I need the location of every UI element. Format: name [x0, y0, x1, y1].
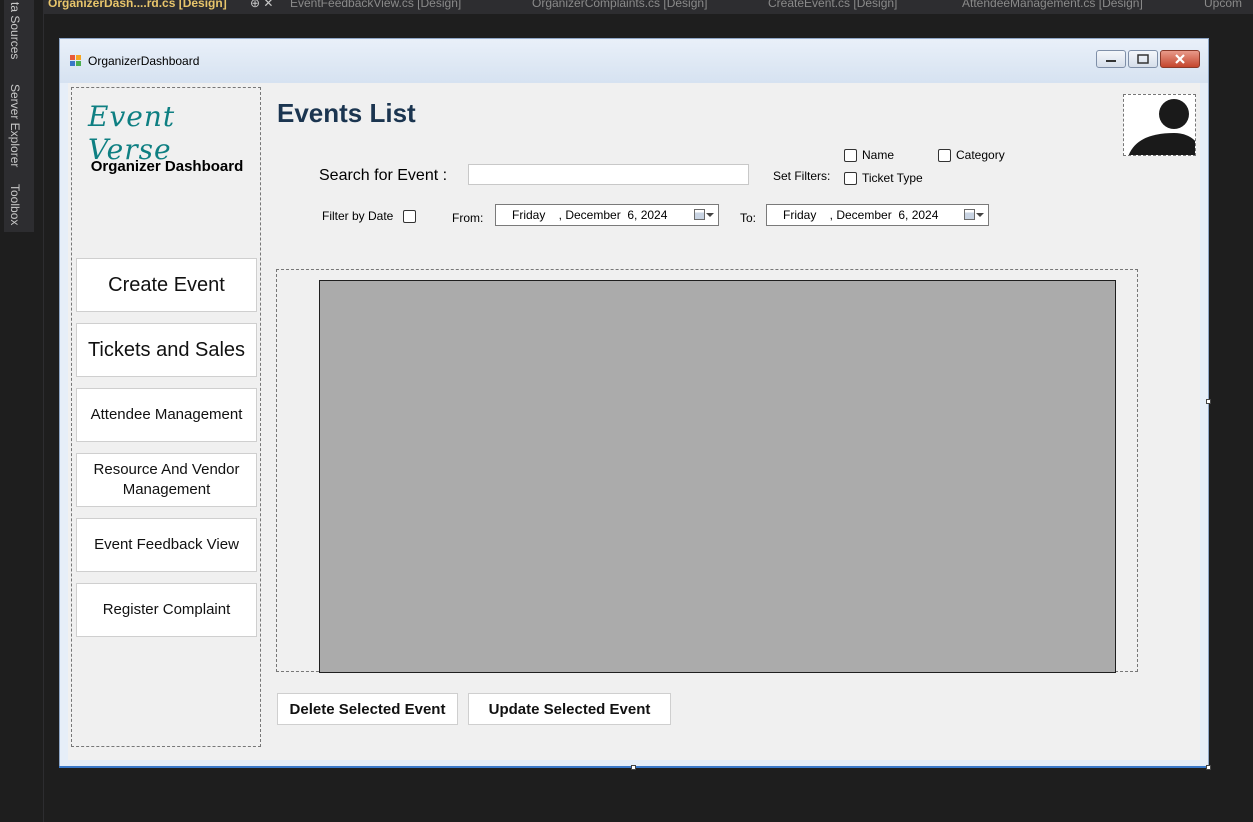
ide-tool-strip: ta Sources Server Explorer Toolbox	[0, 0, 44, 822]
chevron-down-icon	[706, 212, 714, 217]
close-icon	[1175, 54, 1185, 64]
calendar-icon	[694, 209, 705, 220]
to-label: To:	[740, 211, 757, 225]
calendar-dropdown[interactable]	[694, 209, 714, 220]
events-data-grid[interactable]	[319, 280, 1116, 673]
doc-tab-upcoming[interactable]: Upcom	[1204, 0, 1242, 10]
doc-tab-organizer-dashboard[interactable]: OrganizerDash....rd.cs [Design]	[48, 0, 227, 10]
search-label: Search for Event :	[319, 167, 448, 184]
to-date-value: Friday , December 6, 2024	[783, 208, 939, 222]
resize-handle-right[interactable]	[1206, 399, 1211, 404]
dashboard-subtitle: Organizer Dashboard	[90, 158, 244, 175]
ide-document-tabs: OrganizerDash....rd.cs [Design] ⊕ ✕ Even…	[44, 0, 1253, 14]
server-explorer-tab[interactable]: Server Explorer	[8, 84, 22, 167]
doc-tab-pin-close[interactable]: ⊕ ✕	[250, 0, 273, 10]
event-feedback-view-button[interactable]: Event Feedback View	[76, 518, 257, 572]
calendar-icon	[964, 209, 975, 220]
filter-name-label: Name	[862, 148, 895, 162]
form-title: OrganizerDashboard	[88, 54, 200, 68]
minimize-button[interactable]	[1096, 50, 1126, 68]
sidebar-panel: Event Verse Organizer Dashboard Create E…	[71, 87, 261, 747]
maximize-icon	[1137, 54, 1149, 64]
page-title: Events List	[277, 98, 416, 128]
form-titlebar: OrganizerDashboard	[60, 39, 1208, 83]
resource-vendor-management-button[interactable]: Resource And Vendor Management	[76, 453, 257, 507]
calendar-dropdown[interactable]	[964, 209, 984, 220]
to-date-picker[interactable]: Friday , December 6, 2024	[766, 204, 989, 226]
checkbox-box[interactable]	[844, 148, 857, 162]
user-avatar-icon	[1128, 99, 1195, 155]
from-date-value: Friday , December 6, 2024	[512, 208, 668, 222]
filter-ticket-type-label: Ticket Type	[862, 171, 923, 185]
events-grid-panel	[276, 269, 1138, 673]
resize-handle-corner[interactable]	[1206, 765, 1211, 770]
close-button[interactable]	[1160, 50, 1200, 68]
checkbox-box[interactable]	[938, 148, 951, 162]
chevron-down-icon	[976, 212, 984, 217]
from-label: From:	[452, 211, 484, 225]
filter-name-checkbox[interactable]: Name	[844, 148, 894, 162]
from-date-picker[interactable]: Friday , December 6, 2024	[495, 204, 719, 226]
form-icon	[70, 55, 81, 66]
filter-category-checkbox[interactable]: Category	[938, 148, 1005, 162]
profile-picture[interactable]	[1123, 94, 1196, 156]
filter-ticket-type-checkbox[interactable]: Ticket Type	[844, 171, 923, 185]
filter-category-label: Category	[956, 148, 1005, 162]
doc-tab-complaints[interactable]: OrganizerComplaints.cs [Design]	[532, 0, 707, 10]
doc-tab-create-event[interactable]: CreateEvent.cs [Design]	[768, 0, 897, 10]
organizer-dashboard-form: OrganizerDashboard Event Verse Organizer…	[59, 38, 1209, 768]
search-input[interactable]	[468, 164, 749, 185]
doc-tab-attendee[interactable]: AttendeeManagement.cs [Design]	[962, 0, 1143, 10]
app-logo: Event Verse	[88, 100, 176, 166]
maximize-button[interactable]	[1128, 50, 1158, 68]
tickets-and-sales-button[interactable]: Tickets and Sales	[76, 323, 257, 377]
update-selected-event-button[interactable]: Update Selected Event	[468, 693, 671, 725]
set-filters-label: Set Filters:	[773, 169, 831, 183]
form-client-area: Event Verse Organizer Dashboard Create E…	[68, 83, 1200, 760]
delete-selected-event-button[interactable]: Delete Selected Event	[277, 693, 458, 725]
doc-tab-event-feedback[interactable]: EventFeedbackView.cs [Design]	[290, 0, 461, 10]
create-event-button[interactable]: Create Event	[76, 258, 257, 312]
toolbox-tab[interactable]: Toolbox	[8, 184, 22, 225]
data-sources-tab[interactable]: ta Sources	[8, 2, 22, 59]
attendee-management-button[interactable]: Attendee Management	[76, 388, 257, 442]
register-complaint-button[interactable]: Register Complaint	[76, 583, 257, 637]
checkbox-box[interactable]	[844, 171, 857, 185]
filter-by-date-label: Filter by Date	[322, 209, 394, 223]
resize-handle-bottom[interactable]	[631, 765, 636, 770]
minimize-icon	[1106, 60, 1116, 62]
filter-by-date-checkbox[interactable]: Filter by Date	[322, 209, 417, 223]
checkbox-box[interactable]	[403, 209, 417, 223]
